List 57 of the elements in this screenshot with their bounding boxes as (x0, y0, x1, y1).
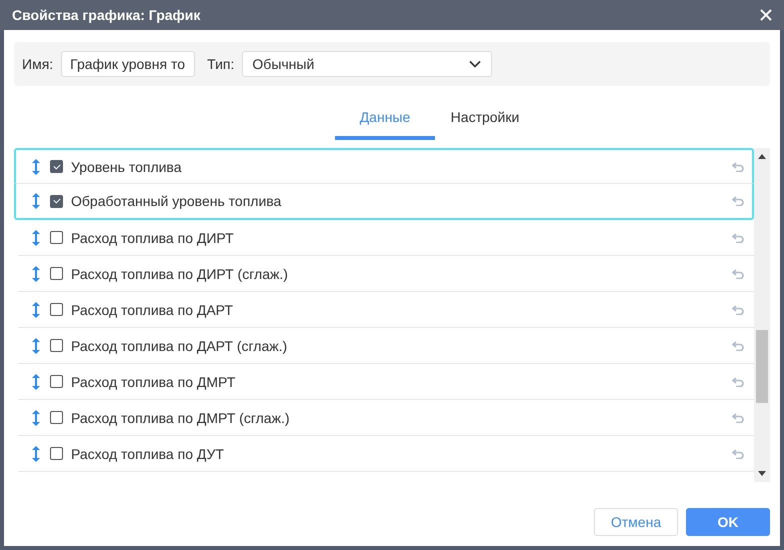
drag-handle-icon[interactable] (32, 302, 40, 318)
row-label: Расход топлива по ДИРТ (сглаж.) (71, 266, 289, 282)
checkbox[interactable] (50, 194, 63, 208)
checkbox[interactable] (50, 160, 63, 173)
undo-icon[interactable] (732, 412, 744, 422)
row-label: Расход топлива по ДМРТ (сглаж.) (71, 410, 290, 426)
list-row[interactable]: Расход топлива по ДИРТ (18, 220, 754, 256)
checkbox[interactable] (50, 231, 63, 244)
list-row[interactable]: Расход топлива по ДУТ (18, 436, 754, 472)
undo-icon[interactable] (732, 196, 744, 206)
scrollbar[interactable] (754, 148, 770, 482)
row-label: Расход топлива по ДАРТ (71, 302, 234, 318)
undo-icon[interactable] (732, 162, 744, 172)
type-label: Тип: (207, 56, 234, 72)
name-field[interactable]: График уровня то (61, 51, 196, 77)
row-label: Обработанный уровень топлива (71, 193, 282, 209)
list-row[interactable]: Расход топлива по ДМРТ (18, 364, 754, 400)
drag-handle-icon[interactable] (32, 193, 40, 209)
row-label: Уровень топлива (71, 158, 182, 174)
list-row[interactable]: Уровень топлива (14, 148, 754, 184)
drag-handle-icon[interactable] (32, 266, 40, 282)
list-row[interactable]: Расход топлива по ДИРТ (сглаж.) (18, 256, 754, 292)
undo-icon[interactable] (732, 268, 744, 278)
drag-handle-icon[interactable] (32, 374, 40, 390)
checkbox[interactable] (50, 447, 63, 460)
drag-handle-icon[interactable] (32, 158, 40, 174)
list-row[interactable]: Обработанный уровень топлива (14, 184, 754, 220)
undo-icon[interactable] (732, 304, 744, 314)
scroll-down-icon[interactable] (758, 471, 766, 476)
list-row[interactable]: Расход топлива по ДАРТ (18, 292, 754, 328)
checkbox[interactable] (50, 411, 63, 424)
chevron-down-icon (469, 60, 482, 68)
undo-icon[interactable] (732, 448, 744, 458)
checkbox[interactable] (50, 303, 63, 316)
drag-handle-icon[interactable] (32, 338, 40, 354)
drag-handle-icon[interactable] (32, 410, 40, 426)
checkbox[interactable] (50, 267, 63, 280)
list-row[interactable]: Расход топлива по ДАРТ (сглаж.) (18, 328, 754, 364)
undo-icon[interactable] (732, 232, 744, 242)
row-label: Расход топлива по ДУТ (71, 446, 225, 462)
scrollbar-thumb[interactable] (756, 330, 768, 403)
row-label: Расход топлива по ДАРТ (сглаж.) (71, 338, 288, 354)
undo-icon[interactable] (732, 340, 744, 350)
row-label: Расход топлива по ДИРТ (71, 230, 235, 246)
row-label: Расход топлива по ДМРТ (71, 374, 236, 390)
scroll-up-icon[interactable] (758, 154, 766, 159)
window-title: Свойства графика: График (12, 7, 200, 23)
drag-handle-icon[interactable] (32, 230, 40, 246)
tab[interactable]: Настройки (435, 102, 535, 140)
close-icon[interactable] (760, 9, 772, 21)
list-row[interactable]: Расход топлива по ДМРТ (сглаж.) (18, 400, 754, 436)
type-dropdown[interactable]: Обычный (242, 51, 492, 77)
checkbox[interactable] (50, 375, 63, 388)
name-label: Имя: (22, 56, 54, 72)
undo-icon[interactable] (732, 376, 744, 386)
checkbox[interactable] (50, 339, 63, 352)
drag-handle-icon[interactable] (32, 446, 40, 462)
